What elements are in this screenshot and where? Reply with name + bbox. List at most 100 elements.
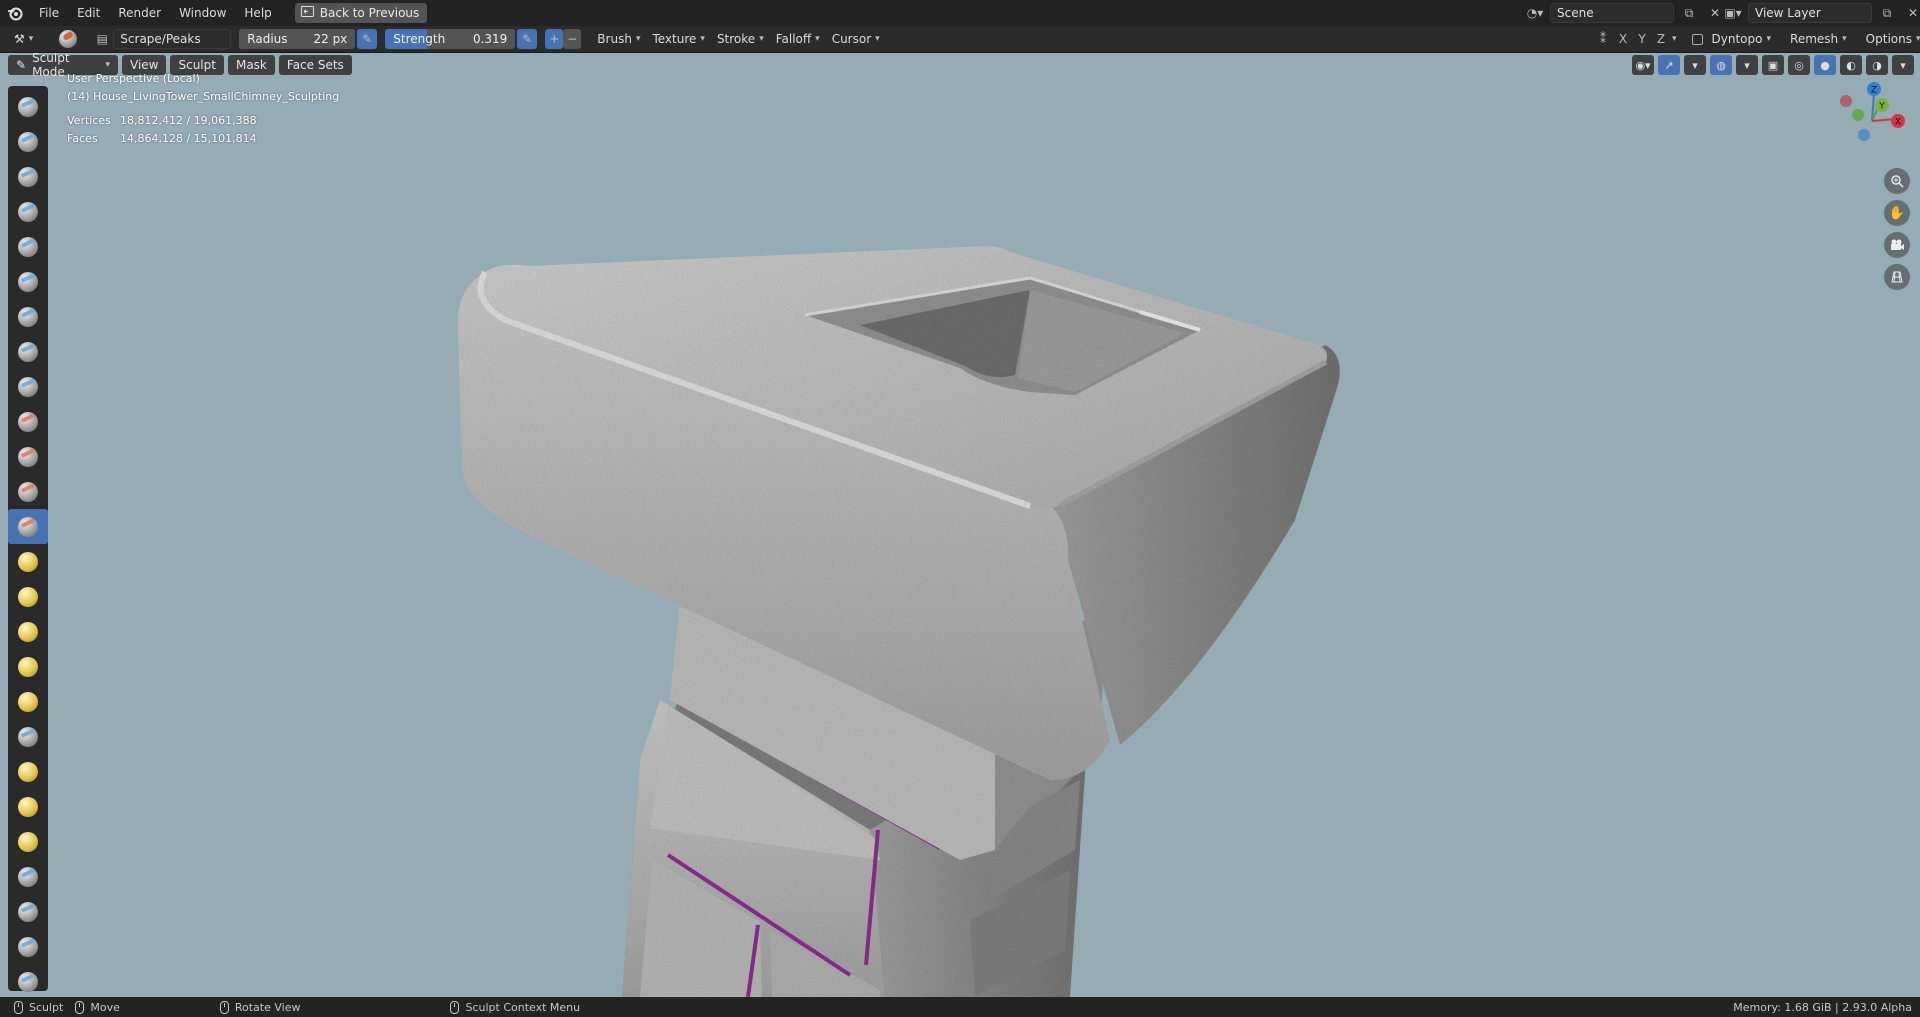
gizmo-toggle-icon[interactable]: ↗: [1658, 55, 1680, 75]
clay-strips-icon: [18, 201, 38, 222]
cloth-icon: [18, 936, 38, 957]
3d-viewport[interactable]: ✎ Sculpt Mode ▾ View Sculpt Mask Face Se…: [0, 53, 1920, 997]
menu-help[interactable]: Help: [235, 0, 280, 26]
tool-nudge[interactable]: [8, 789, 48, 824]
tool-crease[interactable]: [8, 369, 48, 404]
overlays-dropdown-icon[interactable]: ▾: [1736, 55, 1758, 75]
scene-field[interactable]: Scene: [1550, 3, 1674, 23]
tool-pinch[interactable]: [8, 579, 48, 614]
tool-fill[interactable]: [8, 474, 48, 509]
tool-rotate[interactable]: [8, 824, 48, 859]
scrape-icon: [18, 516, 38, 537]
symmetry-icon[interactable]: ⁑: [1594, 29, 1612, 49]
viewport-header-right: ◉▾ ↗ ▾ ◍ ▾ ▣ ◎ ● ◐ ◑ ▾: [1632, 55, 1914, 75]
sculpt-model[interactable]: [0, 53, 1920, 997]
tool-thumb[interactable]: [8, 719, 48, 754]
gizmo-z-label: Z: [1871, 86, 1877, 96]
pan-hand-icon[interactable]: ✋: [1884, 200, 1910, 226]
tool-multiplane-scrape[interactable]: [8, 544, 48, 579]
tool-scrape[interactable]: [8, 509, 48, 544]
tool-clay[interactable]: [8, 159, 48, 194]
texture-dropdown[interactable]: Texture ▾: [646, 29, 710, 49]
remesh-dropdown[interactable]: Remesh ▾: [1784, 29, 1853, 49]
visibility-icon[interactable]: ◉▾: [1632, 55, 1654, 75]
falloff-dropdown[interactable]: Falloff ▾: [770, 29, 826, 49]
menu-file[interactable]: File: [30, 0, 68, 26]
gizmo-dropdown-icon[interactable]: ▾: [1684, 55, 1706, 75]
mirror-z-toggle[interactable]: Z: [1653, 29, 1669, 49]
dyntopo-dropdown[interactable]: Dyntopo ▾: [1706, 29, 1777, 49]
zoom-icon[interactable]: [1884, 168, 1910, 194]
menu-edit[interactable]: Edit: [68, 0, 109, 26]
view-layer-field[interactable]: View Layer: [1748, 3, 1872, 23]
gizmo-y-label: Y: [1878, 102, 1885, 112]
navigation-gizmo[interactable]: Z Y X: [1832, 81, 1912, 161]
delete-view-layer-icon[interactable]: ✕: [1902, 3, 1920, 23]
tool-simplify[interactable]: [8, 964, 48, 997]
vertices-label: Vertices: [67, 114, 111, 127]
cursor-dropdown[interactable]: Cursor ▾: [826, 29, 886, 49]
strength-pressure-icon[interactable]: ✎: [517, 29, 538, 49]
mirror-x-toggle[interactable]: X: [1615, 29, 1631, 49]
tool-layer[interactable]: [8, 264, 48, 299]
brush-browse-icon[interactable]: ▤: [91, 29, 113, 49]
brush-dropdown[interactable]: Brush ▾: [591, 29, 646, 49]
direction-add-button[interactable]: +: [545, 29, 564, 49]
symmetry-chevron-icon[interactable]: ▾: [1672, 34, 1677, 44]
gizmo-neg-x[interactable]: [1840, 95, 1852, 107]
radius-pressure-icon[interactable]: ✎: [357, 29, 378, 49]
perspective-grid-icon[interactable]: [1884, 264, 1910, 290]
tool-elastic-deform[interactable]: [8, 649, 48, 684]
gizmo-neg-y[interactable]: [1852, 109, 1864, 121]
scene-icon[interactable]: ◔▾: [1524, 3, 1546, 23]
tool-clay-strips[interactable]: [8, 194, 48, 229]
back-to-previous-button[interactable]: Back to Previous: [294, 3, 428, 23]
xray-toggle-icon[interactable]: ▣: [1762, 55, 1784, 75]
tool-clay-thumb[interactable]: [8, 229, 48, 264]
gizmo-neg-z[interactable]: [1858, 129, 1870, 141]
brush-selector: ▤ Scrape/Peaks: [91, 29, 232, 49]
tool-draw-sharp[interactable]: [8, 124, 48, 159]
smooth-icon: [18, 411, 38, 432]
tool-grab[interactable]: [8, 614, 48, 649]
new-scene-icon[interactable]: ⧉: [1678, 3, 1700, 23]
tool-draw[interactable]: [8, 89, 48, 124]
radius-slider[interactable]: Radius 22 px: [239, 29, 356, 49]
tool-pose[interactable]: [8, 754, 48, 789]
shading-wireframe-icon[interactable]: ◎: [1788, 55, 1810, 75]
status-rotate: Rotate View: [219, 1000, 300, 1014]
tool-flatten[interactable]: [8, 439, 48, 474]
tool-inflate[interactable]: [8, 299, 48, 334]
shading-material-icon[interactable]: ◐: [1840, 55, 1862, 75]
tool-slide-relax[interactable]: [8, 859, 48, 894]
editor-type-dropdown[interactable]: ⚒ ▾: [8, 29, 39, 49]
tool-blob[interactable]: [8, 334, 48, 369]
blender-logo-icon[interactable]: [0, 0, 30, 26]
menu-window[interactable]: Window: [170, 0, 235, 26]
tool-snake-hook[interactable]: [8, 684, 48, 719]
pinch-icon: [18, 586, 38, 607]
strength-slider[interactable]: Strength 0.319: [385, 29, 516, 49]
stroke-dropdown-label: Stroke: [716, 32, 756, 46]
dyntopo-checkbox[interactable]: [1691, 33, 1703, 45]
tool-boundary[interactable]: [8, 894, 48, 929]
camera-view-icon[interactable]: [1884, 232, 1910, 258]
perspective-label: User Perspective (Local): [67, 72, 200, 85]
options-dropdown[interactable]: Options ▾: [1860, 29, 1920, 49]
strength-label: Strength: [393, 32, 446, 46]
shading-dropdown-icon[interactable]: ▾: [1892, 55, 1914, 75]
grab-icon: [18, 621, 38, 642]
mirror-y-toggle[interactable]: Y: [1634, 29, 1650, 49]
brush-name-field[interactable]: Scrape/Peaks: [113, 29, 232, 49]
stroke-dropdown[interactable]: Stroke ▾: [711, 29, 770, 49]
view-layer-icon[interactable]: ▣▾: [1722, 3, 1744, 23]
tool-smooth[interactable]: [8, 404, 48, 439]
menu-render[interactable]: Render: [109, 0, 170, 26]
direction-subtract-button[interactable]: −: [563, 29, 582, 49]
brush-preview-icon[interactable]: [55, 28, 81, 50]
tool-cloth[interactable]: [8, 929, 48, 964]
shading-rendered-icon[interactable]: ◑: [1866, 55, 1888, 75]
new-view-layer-icon[interactable]: ⧉: [1876, 3, 1898, 23]
shading-solid-icon[interactable]: ●: [1814, 55, 1836, 75]
overlays-toggle-icon[interactable]: ◍: [1710, 55, 1732, 75]
